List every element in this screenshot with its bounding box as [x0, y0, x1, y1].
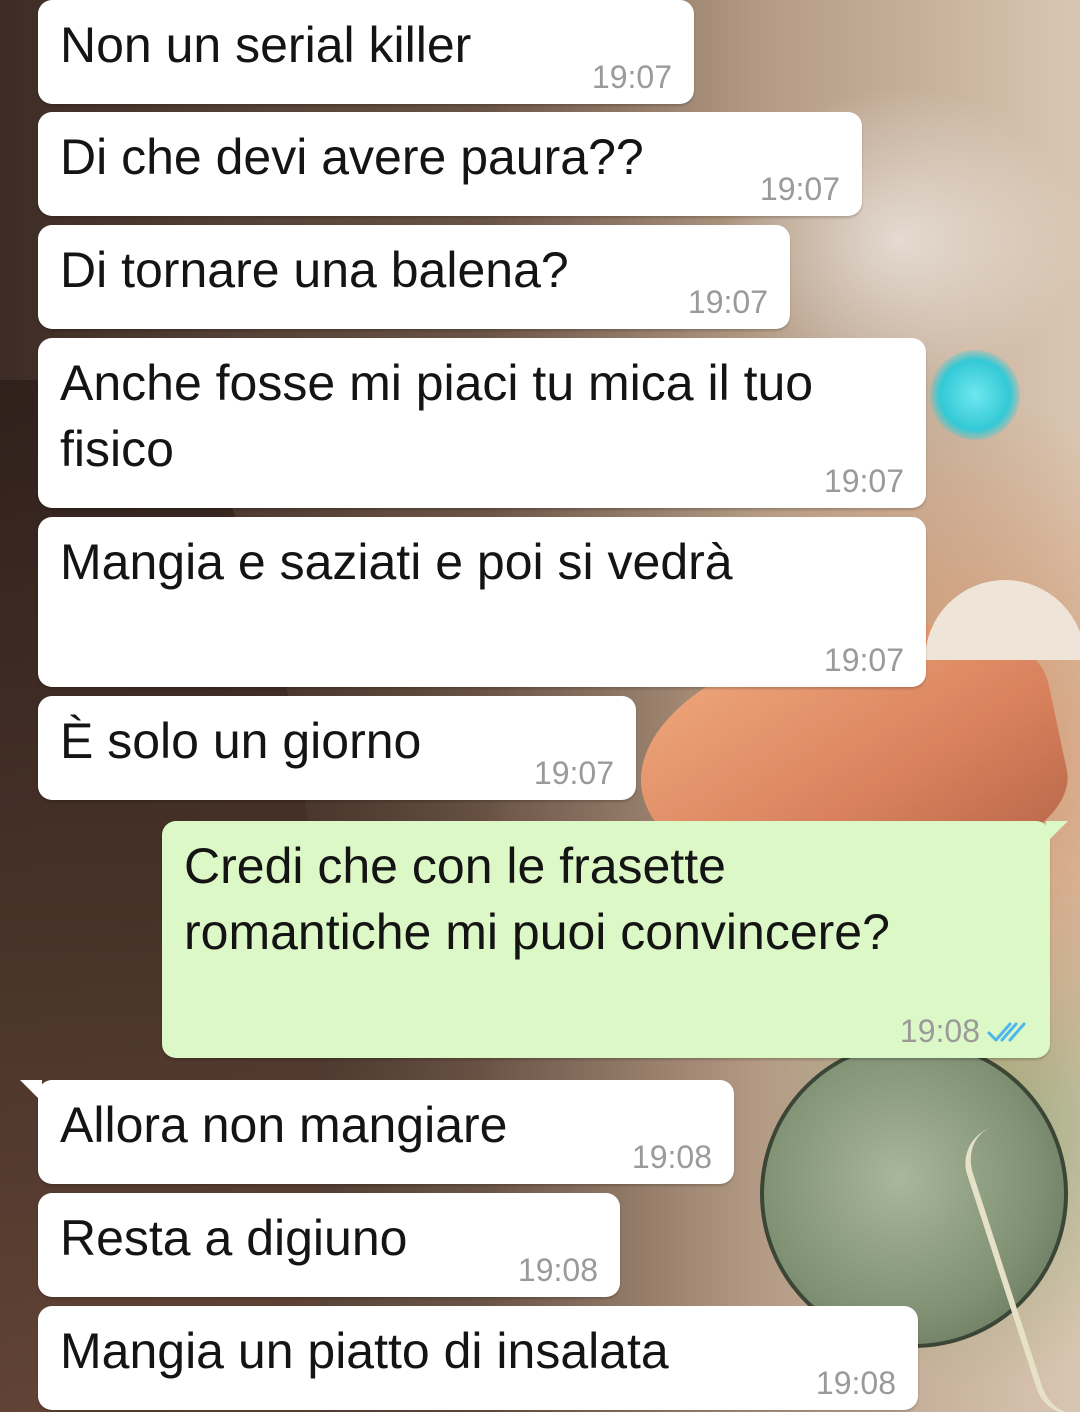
read-receipt-double-check-icon: [987, 1022, 1026, 1041]
message-text: Non un serial killer: [60, 17, 472, 73]
message-bubble-incoming[interactable]: Allora non mangiare 19:08: [20, 1080, 734, 1184]
message-bubble-outgoing[interactable]: Credi che con le frasette romantiche mi …: [162, 821, 1068, 1058]
message-time-text: 19:07: [687, 284, 768, 320]
message-timestamp: 19:07: [824, 642, 904, 679]
message-timestamp: 19:07: [824, 463, 904, 500]
message-bubble-incoming[interactable]: Di tornare una balena? 19:07: [38, 225, 790, 329]
message-bubble-incoming[interactable]: Mangia e saziati e poi si vedrà 19:07: [38, 517, 926, 687]
message-timestamp: 19:07: [760, 171, 840, 208]
message-time-text: 19:08: [517, 1252, 598, 1288]
message-text: Mangia e saziati e poi si vedrà: [60, 534, 733, 590]
message-timestamp: 19:07: [592, 59, 672, 96]
message-bubble-incoming[interactable]: Resta a digiuno 19:08: [38, 1193, 620, 1297]
message-timestamp: 19:07: [688, 284, 768, 321]
message-text: Di che devi avere paura??: [60, 129, 644, 185]
message-time-text: 19:08: [631, 1139, 712, 1175]
message-bubble-incoming[interactable]: Anche fosse mi piaci tu mica il tuo fisi…: [38, 338, 926, 508]
message-bubble-incoming[interactable]: Non un serial killer 19:07: [38, 0, 694, 104]
message-text: È solo un giorno: [60, 713, 422, 769]
message-bubble-incoming[interactable]: Di che devi avere paura?? 19:07: [38, 112, 862, 216]
message-timestamp: 19:08: [816, 1365, 896, 1402]
message-text: Allora non mangiare: [60, 1097, 508, 1153]
message-bubble-incoming[interactable]: Mangia un piatto di insalata 19:08: [38, 1306, 918, 1410]
message-bubble-incoming[interactable]: È solo un giorno 19:07: [38, 696, 636, 800]
message-text: Anche fosse mi piaci tu mica il tuo fisi…: [60, 355, 814, 477]
message-timestamp: 19:07: [534, 755, 614, 792]
message-text: Di tornare una balena?: [60, 242, 569, 298]
message-timestamp: 19:08: [518, 1252, 598, 1289]
message-time-text: 19:07: [533, 755, 614, 791]
message-time-text: 19:08: [815, 1365, 896, 1401]
message-time-text: 19:08: [899, 1013, 980, 1049]
bubble-tail: [20, 1080, 42, 1102]
message-time-text: 19:07: [823, 642, 904, 678]
message-text: Mangia un piatto di insalata: [60, 1323, 669, 1379]
message-text: Credi che con le frasette romantiche mi …: [184, 838, 890, 960]
message-time-text: 19:07: [823, 463, 904, 499]
chat-message-list[interactable]: Non un serial killer 19:07 Di che devi a…: [0, 0, 1080, 1412]
message-time-text: 19:07: [759, 171, 840, 207]
bubble-tail: [1046, 821, 1068, 843]
message-time-text: 19:07: [591, 59, 672, 95]
message-timestamp: 19:08: [900, 1013, 1028, 1050]
message-timestamp: 19:08: [632, 1139, 712, 1176]
